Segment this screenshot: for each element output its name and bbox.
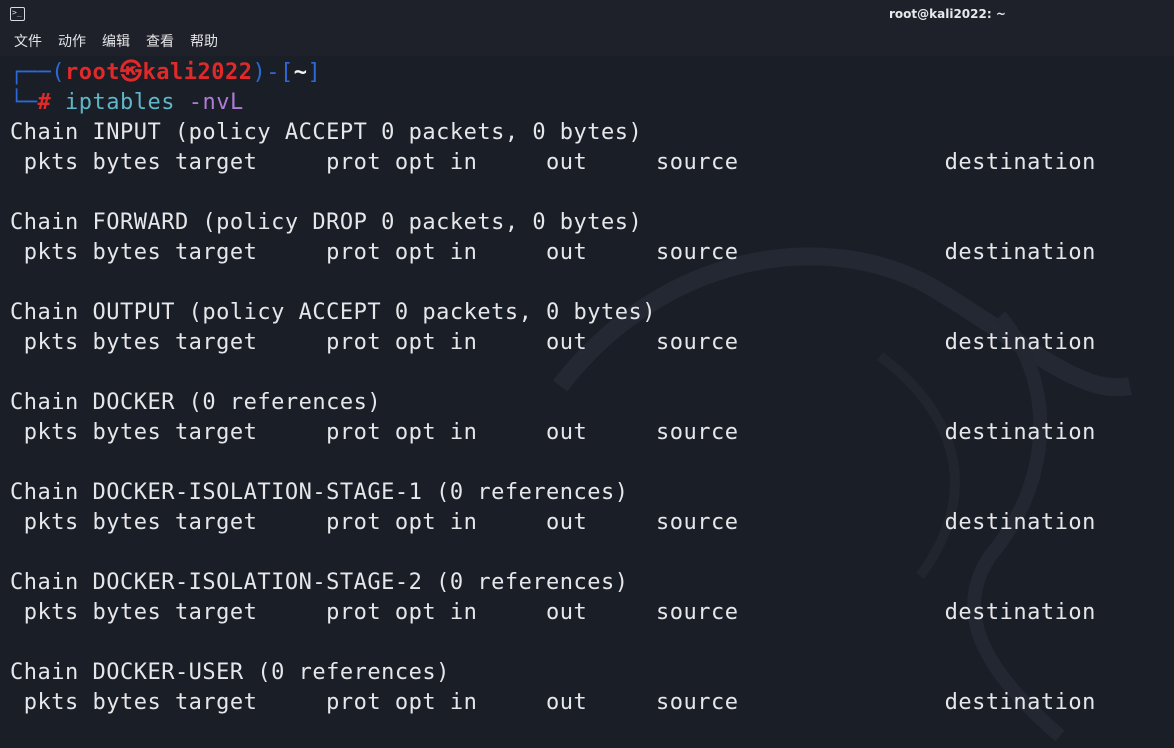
prompt-at-symbol: ㉿ [119,60,143,85]
prompt-user: root [64,60,120,85]
title-bar[interactable]: >_ root@kali2022: ~ [0,0,1174,28]
menu-edit[interactable]: 编辑 [102,33,130,51]
output-line: Chain FORWARD (policy DROP 0 packets, 0 … [10,210,643,235]
command-args: -nvL [188,90,244,115]
output-line: pkts bytes target prot opt in out source… [10,330,1096,355]
prompt-line-2: └─# iptables -nvL [10,88,244,118]
output-line: Chain OUTPUT (policy ACCEPT 0 packets, 0… [10,300,657,325]
output-line: pkts bytes target prot opt in out source… [10,240,1096,265]
menu-view[interactable]: 查看 [146,33,174,51]
prompt-corner: └─ [10,90,38,115]
output-line: Chain DOCKER-USER (0 references) [10,660,450,685]
terminal-output-area[interactable]: ┌──(root㉿kali2022)-[~] └─# iptables -nvL… [0,56,1174,748]
output-line: pkts bytes target prot opt in out source… [10,420,1096,445]
output-line: pkts bytes target prot opt in out source… [10,150,1096,175]
output-line: Chain DOCKER-ISOLATION-STAGE-2 (0 refere… [10,570,629,595]
prompt-hash: # [37,90,52,115]
prompt-frame-end: ] [307,60,322,85]
menu-help[interactable]: 帮助 [190,33,218,51]
command-name: iptables [65,90,175,115]
menu-file[interactable]: 文件 [14,33,42,51]
terminal-window: >_ root@kali2022: ~ 文件 动作 编辑 查看 帮助 ┌──(r… [0,0,1174,748]
prompt-host: kali2022 [142,60,253,85]
prompt-line-1: ┌──(root㉿kali2022)-[~] [10,58,321,88]
prompt-frame-mid: )-[ [252,60,294,85]
output-line: pkts bytes target prot opt in out source… [10,600,1096,625]
output-line: pkts bytes target prot opt in out source… [10,510,1096,535]
output-line: Chain INPUT (policy ACCEPT 0 packets, 0 … [10,120,643,145]
prompt-directory: ~ [293,60,308,85]
window-title: root@kali2022: ~ [889,7,1006,21]
prompt-frame-open: ┌──( [10,60,65,85]
output-line: pkts bytes target prot opt in out source… [10,690,1096,715]
output-line: Chain DOCKER-ISOLATION-STAGE-1 (0 refere… [10,480,629,505]
output-line: Chain DOCKER (0 references) [10,390,382,415]
menu-actions[interactable]: 动作 [58,33,86,51]
menu-bar: 文件 动作 编辑 查看 帮助 [0,28,1174,56]
